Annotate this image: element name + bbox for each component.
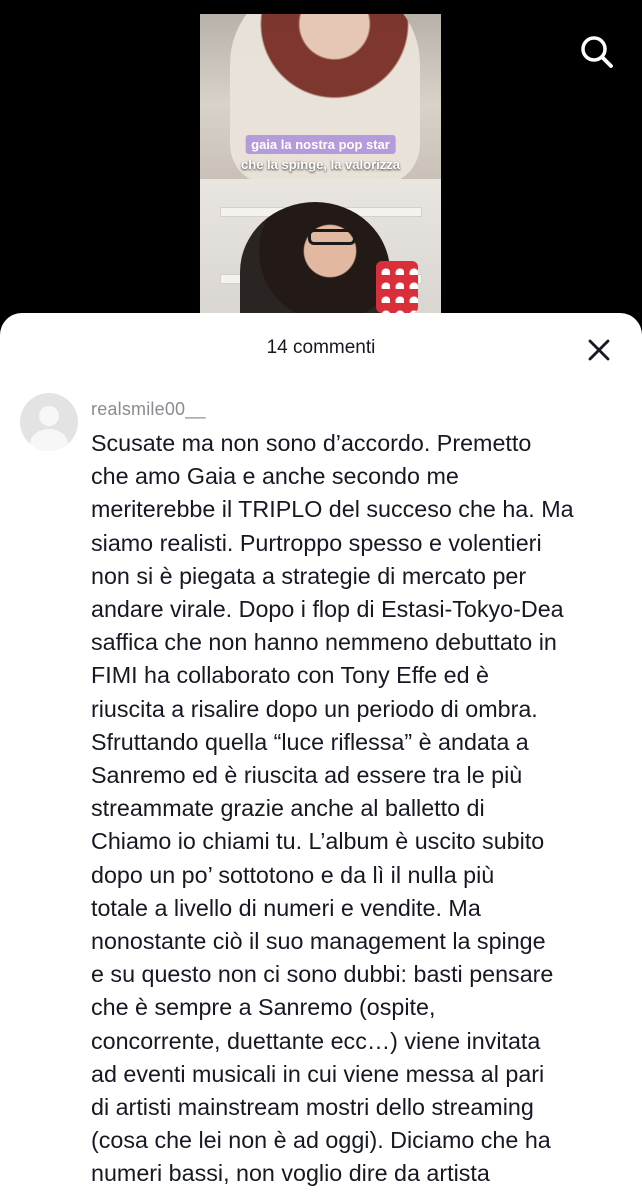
avatar-head-shape [39, 406, 59, 426]
close-button[interactable] [582, 333, 616, 367]
close-icon [588, 339, 610, 361]
video-caption-1: gaia la nostra pop star [245, 135, 396, 154]
polka-dot-jar [376, 261, 418, 313]
comment-username[interactable]: realsmile00__ [91, 399, 206, 420]
comments-count: 14 commenti [266, 337, 376, 358]
avatar-body-shape [30, 429, 68, 451]
comment-text: Scusate ma non sono d’accordo. Premetto … [91, 430, 574, 1187]
video-player[interactable]: gaia la nostra pop star che la spinge, l… [200, 14, 441, 324]
video-frame-top [200, 14, 441, 184]
comments-header: 14 commenti [0, 313, 642, 383]
video-caption-2: che la spinge, la valorizza [241, 157, 400, 172]
glasses [308, 229, 356, 245]
comments-sheet: 14 commenti realsmile00__ Scusate ma non… [0, 313, 642, 1200]
avatar[interactable] [20, 393, 78, 451]
search-icon [581, 36, 613, 68]
search-button[interactable] [575, 30, 619, 74]
